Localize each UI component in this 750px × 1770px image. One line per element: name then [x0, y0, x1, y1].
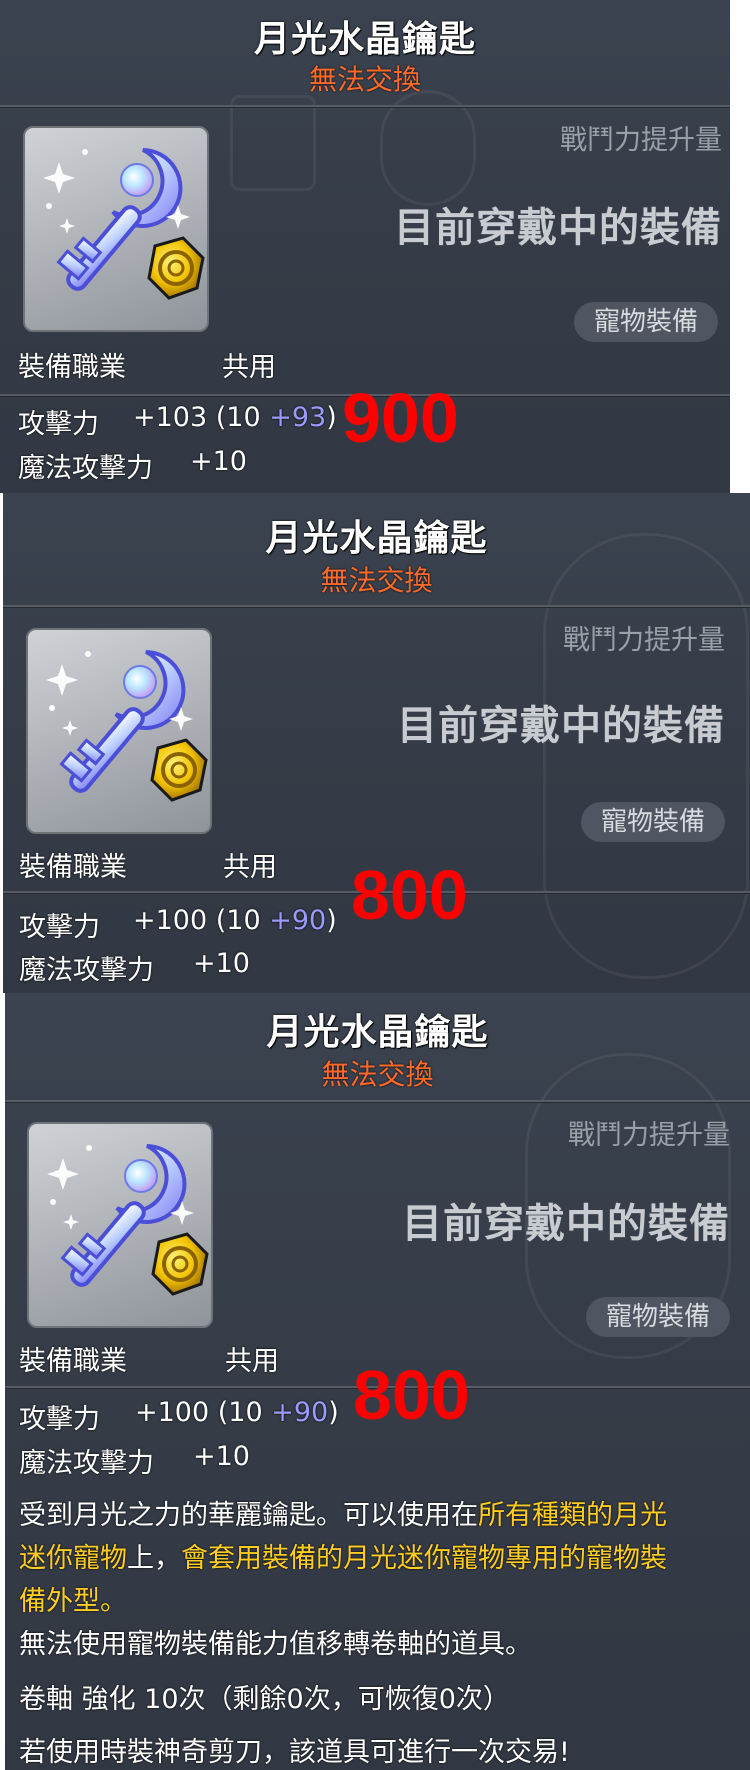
background-slot — [230, 95, 316, 191]
item-icon-frame — [23, 126, 209, 332]
item-icon-frame — [27, 1122, 213, 1328]
item-title: 月光水晶鑰匙 — [266, 1012, 489, 1053]
attack-total: +100 — [135, 1397, 210, 1428]
trade-status: 無法交換 — [308, 63, 421, 96]
attack-total: +103 — [133, 402, 208, 433]
scroll-upgrade-info: 卷軸 強化 10次（剩餘0次，可恢復0次） — [19, 1684, 510, 1715]
attack-bonus: +90 — [269, 905, 327, 936]
moonlight-crystal-key-icon — [47, 1144, 209, 1296]
item-tooltip-panel-3: 月光水晶鑰匙 無法交換 戰鬥力提升量 目前穿戴中的裝備 寵物裝備 裝備職業 共用… — [5, 993, 750, 1770]
attack-close: ) — [326, 905, 337, 936]
job-value: 共用 — [223, 852, 277, 883]
divider — [3, 605, 750, 608]
pet-equipment-badge: 寵物裝備 — [580, 802, 725, 842]
attack-value: +100 (10 +90) — [133, 905, 337, 936]
background-shape — [543, 533, 749, 979]
description-line-4: 無法使用寵物裝備能力值移轉卷軸的道具。 — [19, 1629, 532, 1660]
magic-attack-label: 魔法攻擊力 — [19, 955, 154, 986]
combat-power-increase-label: 戰鬥力提升量 — [563, 625, 725, 656]
attack-label: 攻擊力 — [19, 1404, 100, 1435]
attack-value: +100 (10 +90) — [135, 1397, 339, 1428]
pet-equipment-badge: 寵物裝備 — [573, 302, 718, 342]
attack-close: ) — [328, 1397, 339, 1428]
attack-base: (10 — [215, 905, 261, 936]
overlay-number: 800 — [351, 856, 468, 934]
description-line-3: 備外型。 — [19, 1586, 127, 1617]
description-text: 受到月光之力的華麗鑰匙。可以使用在 — [19, 1500, 478, 1531]
description-highlight: 所有種類的月光 — [478, 1500, 667, 1531]
item-tooltip-panel-1: 月光水晶鑰匙 無法交換 戰鬥力提升量 目前穿戴中的裝備 寵物裝備 裝備職業 共用… — [0, 0, 730, 493]
overlay-number: 800 — [353, 1356, 470, 1434]
magic-attack-value: +10 — [193, 948, 250, 979]
description-highlight: 會套用裝備的月光迷你寵物專用的寵物裝 — [181, 1543, 667, 1574]
attack-label: 攻擊力 — [19, 912, 100, 943]
trade-status: 無法交換 — [320, 564, 433, 597]
trade-status: 無法交換 — [321, 1058, 434, 1091]
item-tooltip-panel-2: 月光水晶鑰匙 無法交換 戰鬥力提升量 目前穿戴中的裝備 寵物裝備 裝備職業 共用… — [3, 493, 750, 993]
item-title: 月光水晶鑰匙 — [265, 518, 488, 559]
attack-total: +100 — [133, 905, 208, 936]
pet-equipment-badge: 寵物裝備 — [585, 1297, 730, 1337]
attack-close: ) — [326, 402, 337, 433]
moonlight-crystal-key-icon — [43, 148, 205, 300]
job-label: 裝備職業 — [19, 852, 127, 883]
item-title: 月光水晶鑰匙 — [253, 19, 476, 60]
job-value: 共用 — [222, 352, 276, 383]
job-label: 裝備職業 — [18, 352, 126, 383]
combat-power-increase-label: 戰鬥力提升量 — [568, 1120, 730, 1151]
moonlight-crystal-key-icon — [46, 650, 208, 802]
magic-attack-value: +10 — [190, 446, 247, 477]
attack-base: (10 — [215, 402, 261, 433]
currently-equipped-label: 目前穿戴中的裝備 — [394, 205, 722, 251]
currently-equipped-label: 目前穿戴中的裝備 — [397, 703, 725, 749]
attack-base: (10 — [217, 1397, 263, 1428]
divider — [0, 105, 730, 108]
magic-attack-label: 魔法攻擊力 — [19, 1448, 154, 1479]
item-icon-frame — [26, 628, 212, 834]
magic-attack-value: +10 — [193, 1441, 250, 1472]
attack-bonus: +93 — [269, 402, 327, 433]
scissors-trade-info: 若使用時裝神奇剪刀，該道具可進行一次交易! — [19, 1737, 570, 1768]
job-value: 共用 — [225, 1346, 279, 1377]
description-line-1: 受到月光之力的華麗鑰匙。可以使用在所有種類的月光 — [19, 1493, 667, 1532]
description-highlight: 迷你寵物 — [19, 1543, 127, 1574]
magic-attack-label: 魔法攻擊力 — [18, 453, 153, 484]
attack-value: +103 (10 +93) — [133, 402, 337, 433]
attack-label: 攻擊力 — [18, 409, 99, 440]
currently-equipped-label: 目前穿戴中的裝備 — [402, 1201, 730, 1247]
description-line-2: 迷你寵物上，會套用裝備的月光迷你寵物專用的寵物裝 — [19, 1536, 667, 1575]
overlay-number: 900 — [342, 379, 459, 457]
divider — [5, 1100, 750, 1103]
description-text: 上， — [127, 1543, 181, 1574]
combat-power-increase-label: 戰鬥力提升量 — [560, 125, 722, 156]
job-label: 裝備職業 — [19, 1346, 127, 1377]
attack-bonus: +90 — [271, 1397, 329, 1428]
